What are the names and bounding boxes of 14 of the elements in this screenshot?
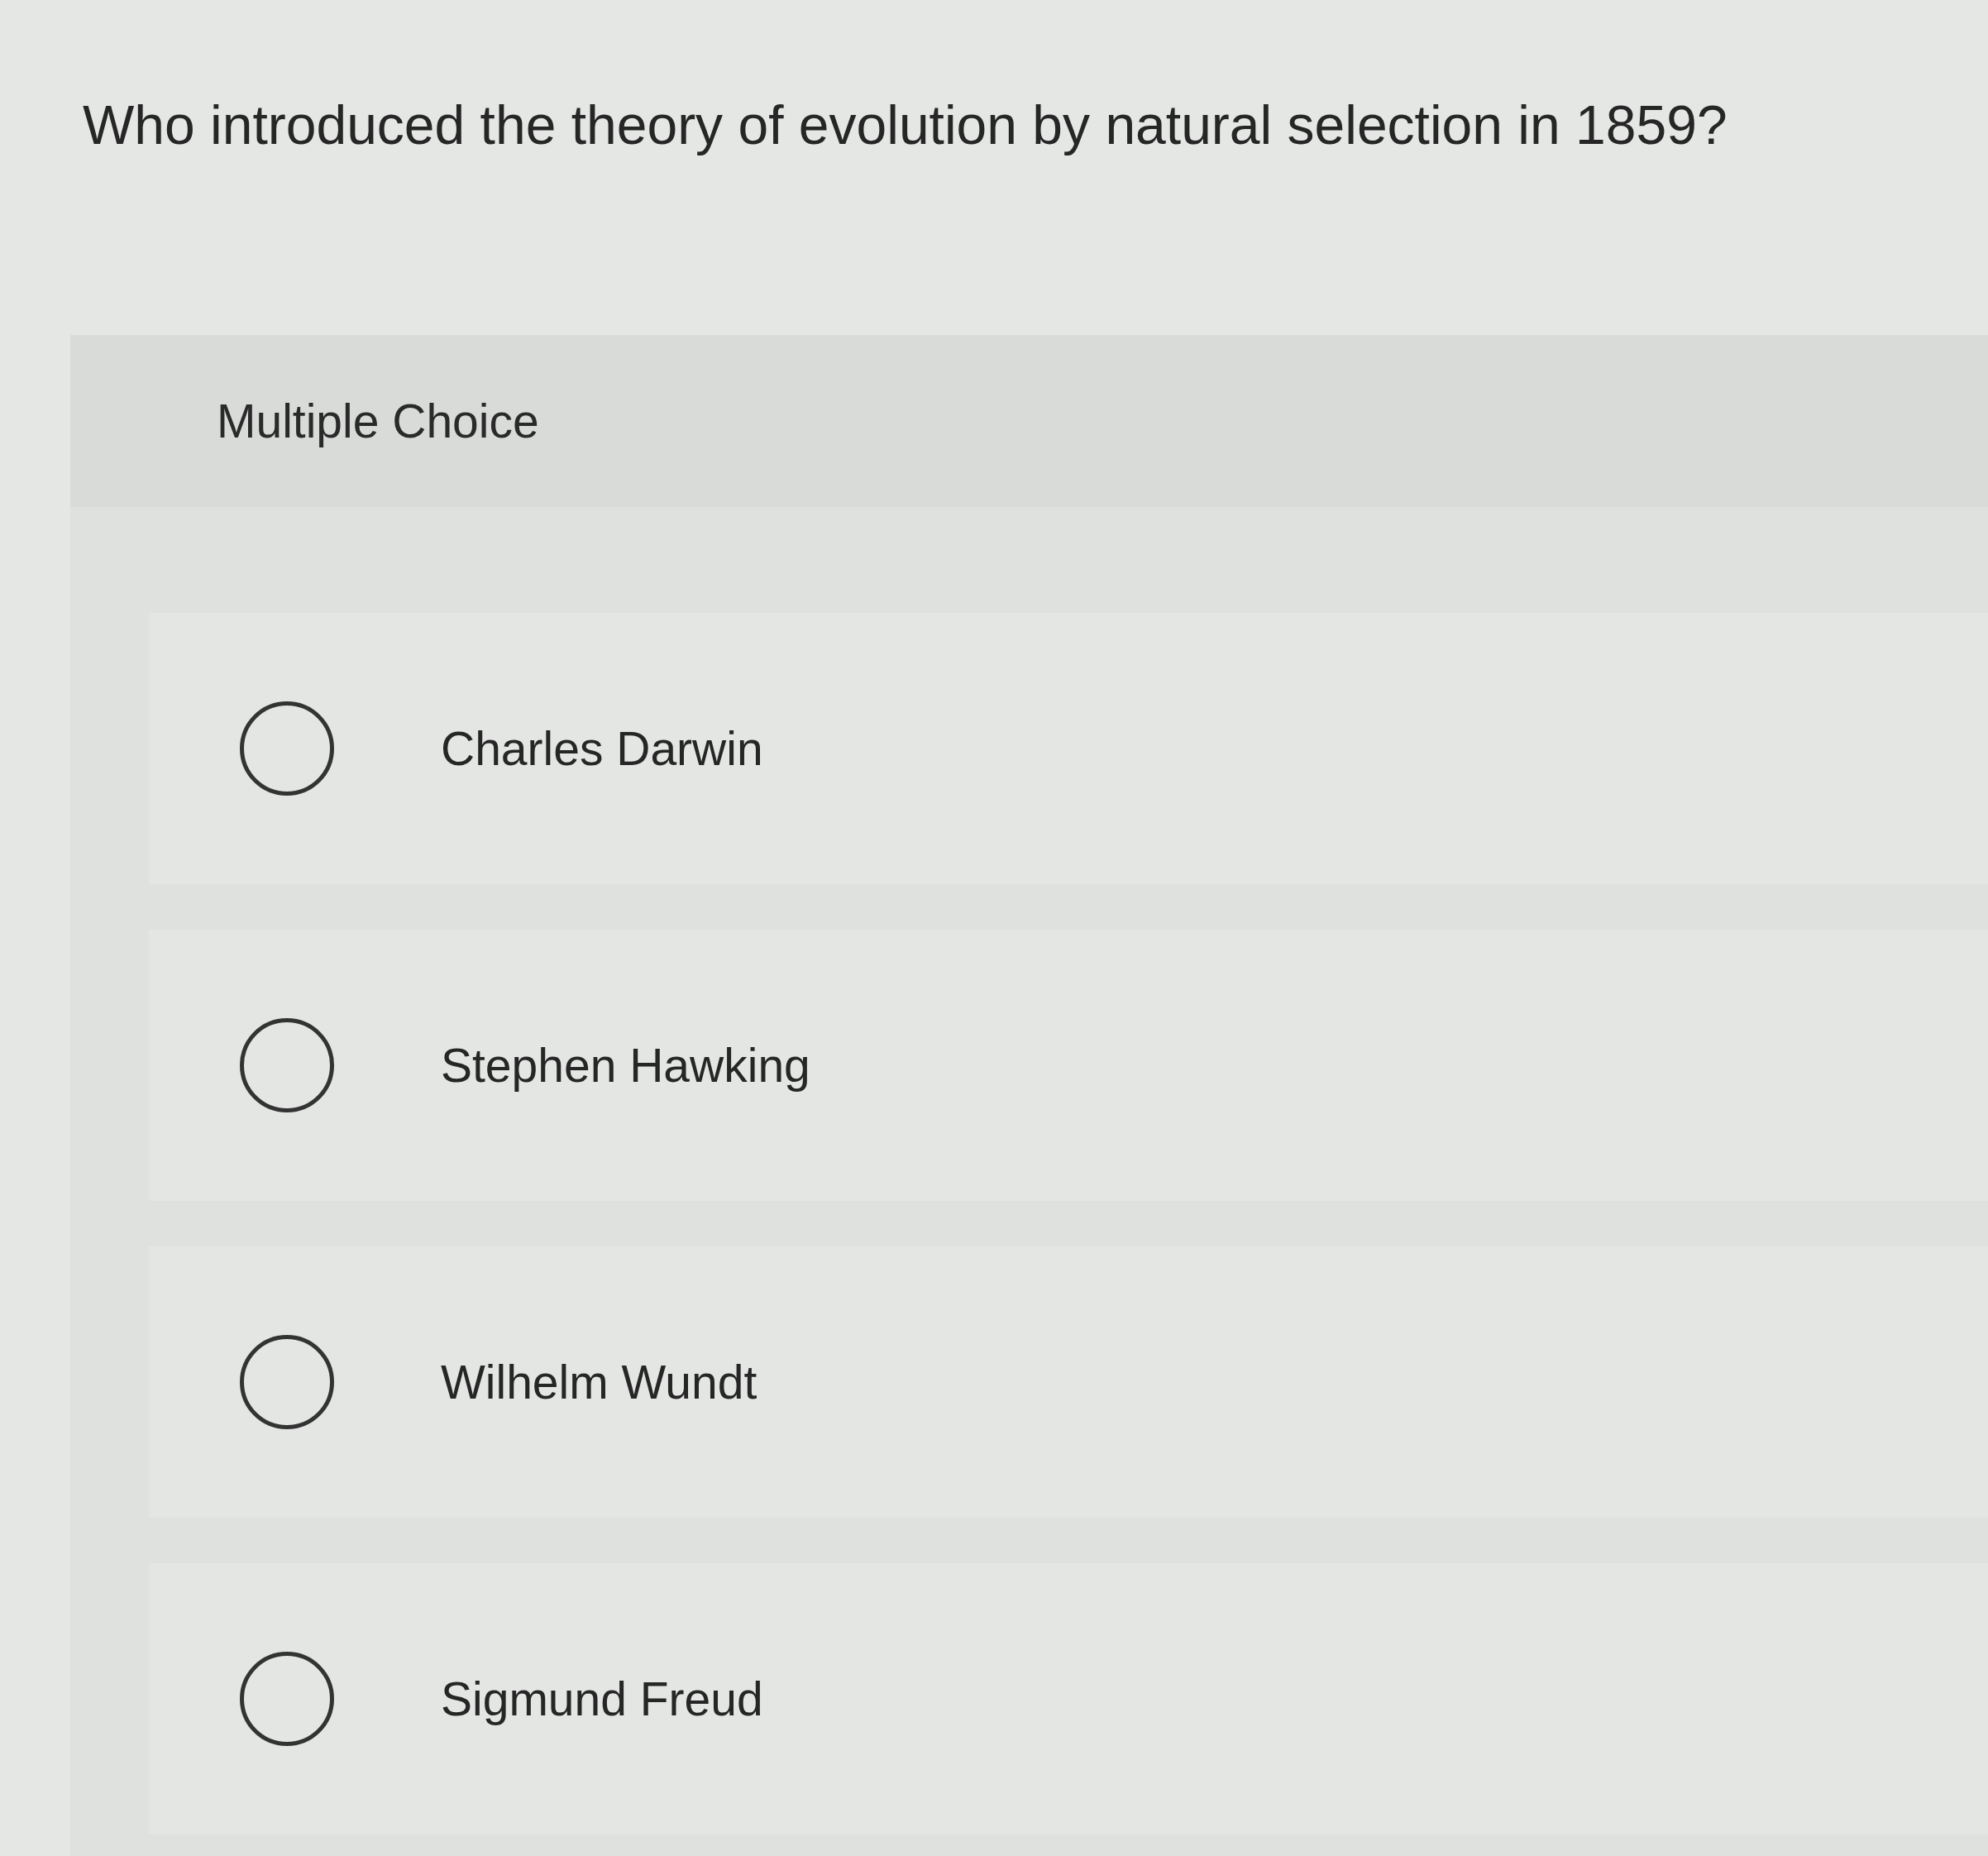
- radio-button[interactable]: [240, 701, 334, 796]
- option-label[interactable]: Wilhelm Wundt: [441, 1355, 757, 1409]
- answer-option[interactable]: Wilhelm Wundt: [149, 1246, 1988, 1518]
- radio-button[interactable]: [240, 1652, 334, 1746]
- question-type-label: Multiple Choice: [217, 394, 539, 448]
- answer-option[interactable]: Sigmund Freud: [149, 1563, 1988, 1834]
- answer-option[interactable]: Charles Darwin: [149, 613, 1988, 884]
- option-label[interactable]: Sigmund Freud: [441, 1672, 763, 1726]
- question-text: Who introduced the theory of evolution by natural selection in 1859?: [82, 93, 1728, 157]
- option-label[interactable]: Stephen Hawking: [441, 1038, 810, 1093]
- radio-button[interactable]: [240, 1018, 334, 1112]
- answer-option[interactable]: Stephen Hawking: [149, 930, 1988, 1201]
- radio-button[interactable]: [240, 1335, 334, 1429]
- option-label[interactable]: Charles Darwin: [441, 721, 763, 776]
